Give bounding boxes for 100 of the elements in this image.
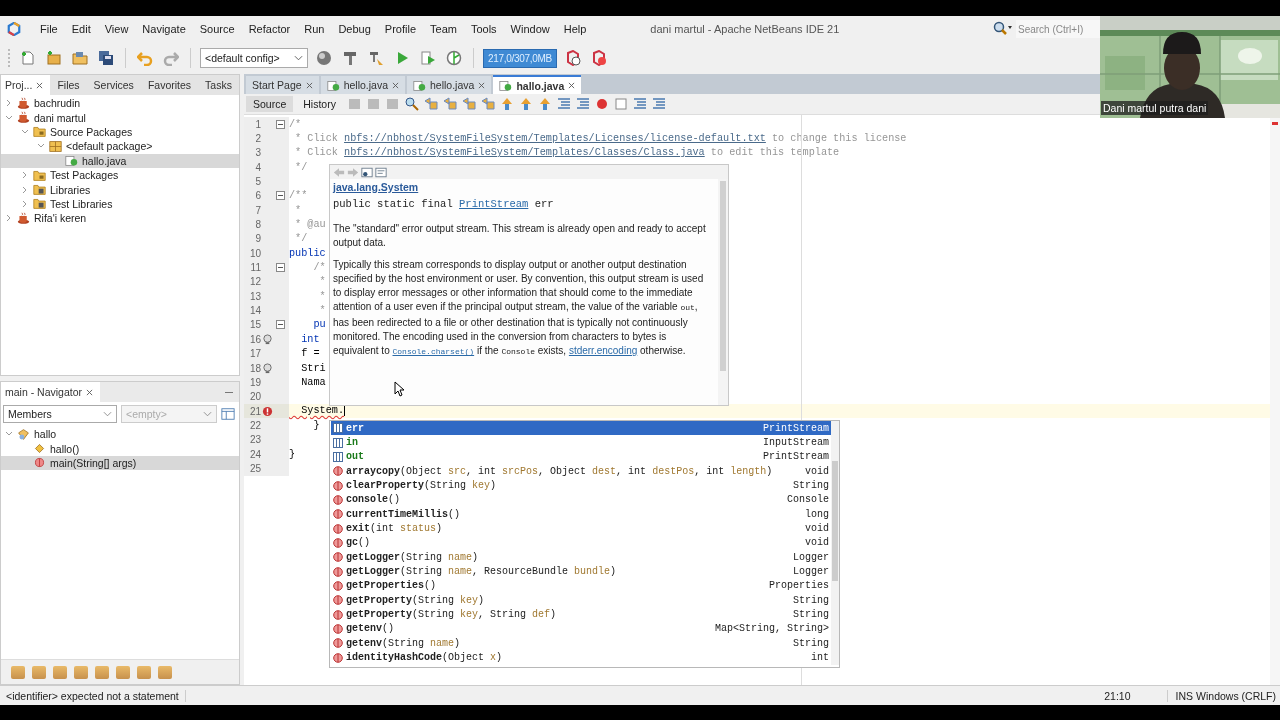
code-line: * @au (294, 219, 326, 231)
menu-item[interactable]: Help (556, 23, 594, 35)
config-dropdown[interactable]: <default config> (200, 48, 308, 68)
fold-icon[interactable] (276, 191, 285, 201)
close-icon[interactable] (86, 388, 94, 396)
completion-item[interactable]: console() Console (331, 492, 831, 508)
completion-item[interactable]: in InputStream (331, 435, 831, 450)
completion-item[interactable]: err PrintStream (331, 421, 831, 436)
line-number: 8 (254, 219, 261, 231)
line-number: 19 (248, 376, 261, 388)
fold-icon[interactable] (276, 119, 285, 129)
error-icon[interactable] (262, 405, 273, 417)
panel-tab[interactable]: Files (50, 75, 87, 95)
menu-item[interactable]: Navigate (135, 23, 193, 35)
fold-icon[interactable] (276, 320, 285, 330)
completion-item[interactable]: getenv() Map<String, String> (331, 621, 831, 637)
menu-item[interactable]: Tools (463, 23, 504, 35)
tree-item[interactable]: Test Packages (1, 167, 239, 183)
doc-link[interactable]: Console.charset() (392, 347, 475, 357)
tree-item[interactable]: Libraries (1, 182, 239, 197)
doc-link[interactable]: stderr.encoding (568, 345, 638, 357)
fold-icon[interactable] (276, 263, 285, 273)
profile-icon[interactable] (444, 48, 464, 68)
menu-item[interactable]: View (97, 23, 136, 35)
panel-tab[interactable]: Favorites (140, 75, 199, 95)
completion-item[interactable]: getenv(String name) String (331, 636, 831, 651)
menu-item[interactable]: Run (297, 23, 332, 35)
tree-item[interactable]: Rifa'i keren (1, 211, 239, 226)
code-link[interactable]: nbfs://nbhost/SystemFileSystem/Templates/Licenses/license-default.txt (344, 133, 766, 144)
completion-item[interactable]: getProperty(String key) String (331, 593, 831, 608)
close-icon[interactable] (305, 81, 313, 89)
menu-item[interactable]: Debug (331, 23, 378, 35)
close-icon[interactable] (568, 82, 576, 89)
completion-item[interactable]: arraycopy(Object src, int srcPos, Object dest, int destPos, int length) void (331, 464, 831, 479)
tree-item[interactable]: dani martul (1, 110, 239, 125)
completion-item[interactable]: getProperties() Properties (331, 578, 831, 594)
menu-item[interactable]: Team (423, 23, 464, 35)
layout-icon[interactable] (221, 407, 235, 421)
insert-mode: INS (1166, 689, 1194, 702)
completion-item[interactable]: identityHashCode(Object x) int (331, 650, 831, 665)
tree-label: bachrudin (34, 97, 81, 110)
tree-item[interactable]: main(String[] args) (1, 455, 239, 471)
view-tab[interactable]: Source (246, 96, 294, 112)
save-all-icon[interactable] (96, 48, 116, 68)
line-ending: Windows (CRLF) (1195, 689, 1277, 702)
completion-item[interactable]: exit(int status) void (331, 521, 831, 536)
expand-icon[interactable] (5, 99, 13, 108)
completion-item[interactable]: out PrintStream (331, 449, 831, 465)
globe-icon[interactable] (314, 48, 334, 68)
method-icon (33, 456, 46, 470)
tree-item[interactable]: hallo() (1, 441, 239, 456)
lightbulb-icon[interactable] (262, 333, 273, 345)
close-icon[interactable] (478, 81, 486, 89)
view-tab[interactable]: History (296, 96, 343, 112)
panel-tab[interactable]: Tasks (198, 75, 239, 95)
completion-item[interactable]: getLogger(String name) Logger (331, 550, 831, 565)
editor-tab[interactable]: hello.java (407, 76, 492, 94)
tree-item[interactable]: bachrudin (1, 96, 239, 111)
open-browser-icon[interactable] (361, 166, 373, 178)
field-icon (333, 451, 343, 462)
new-project-icon[interactable] (44, 48, 64, 68)
completion-item[interactable]: clearProperty(String key) String (331, 478, 831, 493)
menu-item[interactable]: Edit (64, 23, 98, 35)
diamond-icon (33, 442, 46, 456)
type-link[interactable]: PrintStream (459, 198, 529, 210)
panel-tab[interactable]: Services (86, 75, 141, 95)
panel-title[interactable]: main - Navigator (1, 382, 101, 402)
folder-icon (33, 125, 46, 139)
tree-item[interactable]: Test Libraries (1, 196, 239, 212)
tree-item[interactable]: hallo (1, 427, 239, 442)
chevron-down-icon[interactable] (103, 411, 112, 417)
completion-item[interactable]: getProperty(String key, String def) String (331, 607, 831, 622)
editor-tab[interactable]: hallo.java (493, 75, 582, 94)
line-number: 13 (248, 290, 261, 302)
close-icon[interactable] (36, 81, 44, 89)
tree-item[interactable]: Source Packages (1, 124, 239, 140)
editor-tab[interactable]: hello.java (320, 76, 405, 94)
menu-item[interactable]: File (33, 23, 65, 35)
chevron-down-icon[interactable] (294, 55, 303, 61)
menu-item[interactable]: Profile (377, 23, 423, 35)
method-icon (333, 466, 343, 477)
completion-item[interactable]: getLogger(String name, ResourceBundle bundle) Logger (331, 564, 831, 579)
search-icon[interactable] (992, 21, 1012, 37)
tree-item[interactable]: hallo.java (1, 153, 239, 168)
menu-item[interactable]: Refactor (241, 23, 298, 35)
code-link[interactable]: nbfs://nbhost/SystemFileSystem/Templates/Classes/Class.java (344, 147, 705, 159)
lightbulb-icon[interactable] (262, 362, 273, 374)
menu-item[interactable]: Window (503, 23, 557, 35)
minimize-icon[interactable] (225, 391, 233, 393)
filter-dropdown[interactable]: Members (3, 405, 117, 423)
search-field[interactable]: Search (Ctrl+I) (1016, 20, 1100, 38)
editor-tab[interactable]: Start Page (246, 76, 319, 94)
panel-tab[interactable]: Proj... (1, 75, 51, 95)
tree-item[interactable]: <default package> (1, 139, 239, 154)
menu-item[interactable]: Source (192, 23, 242, 35)
class-link[interactable]: java.lang.System (333, 181, 419, 193)
completion-item[interactable]: gc() void (331, 535, 831, 551)
class-icon (17, 427, 30, 441)
close-icon[interactable] (392, 81, 399, 89)
completion-item[interactable]: currentTimeMillis() long (331, 507, 831, 522)
